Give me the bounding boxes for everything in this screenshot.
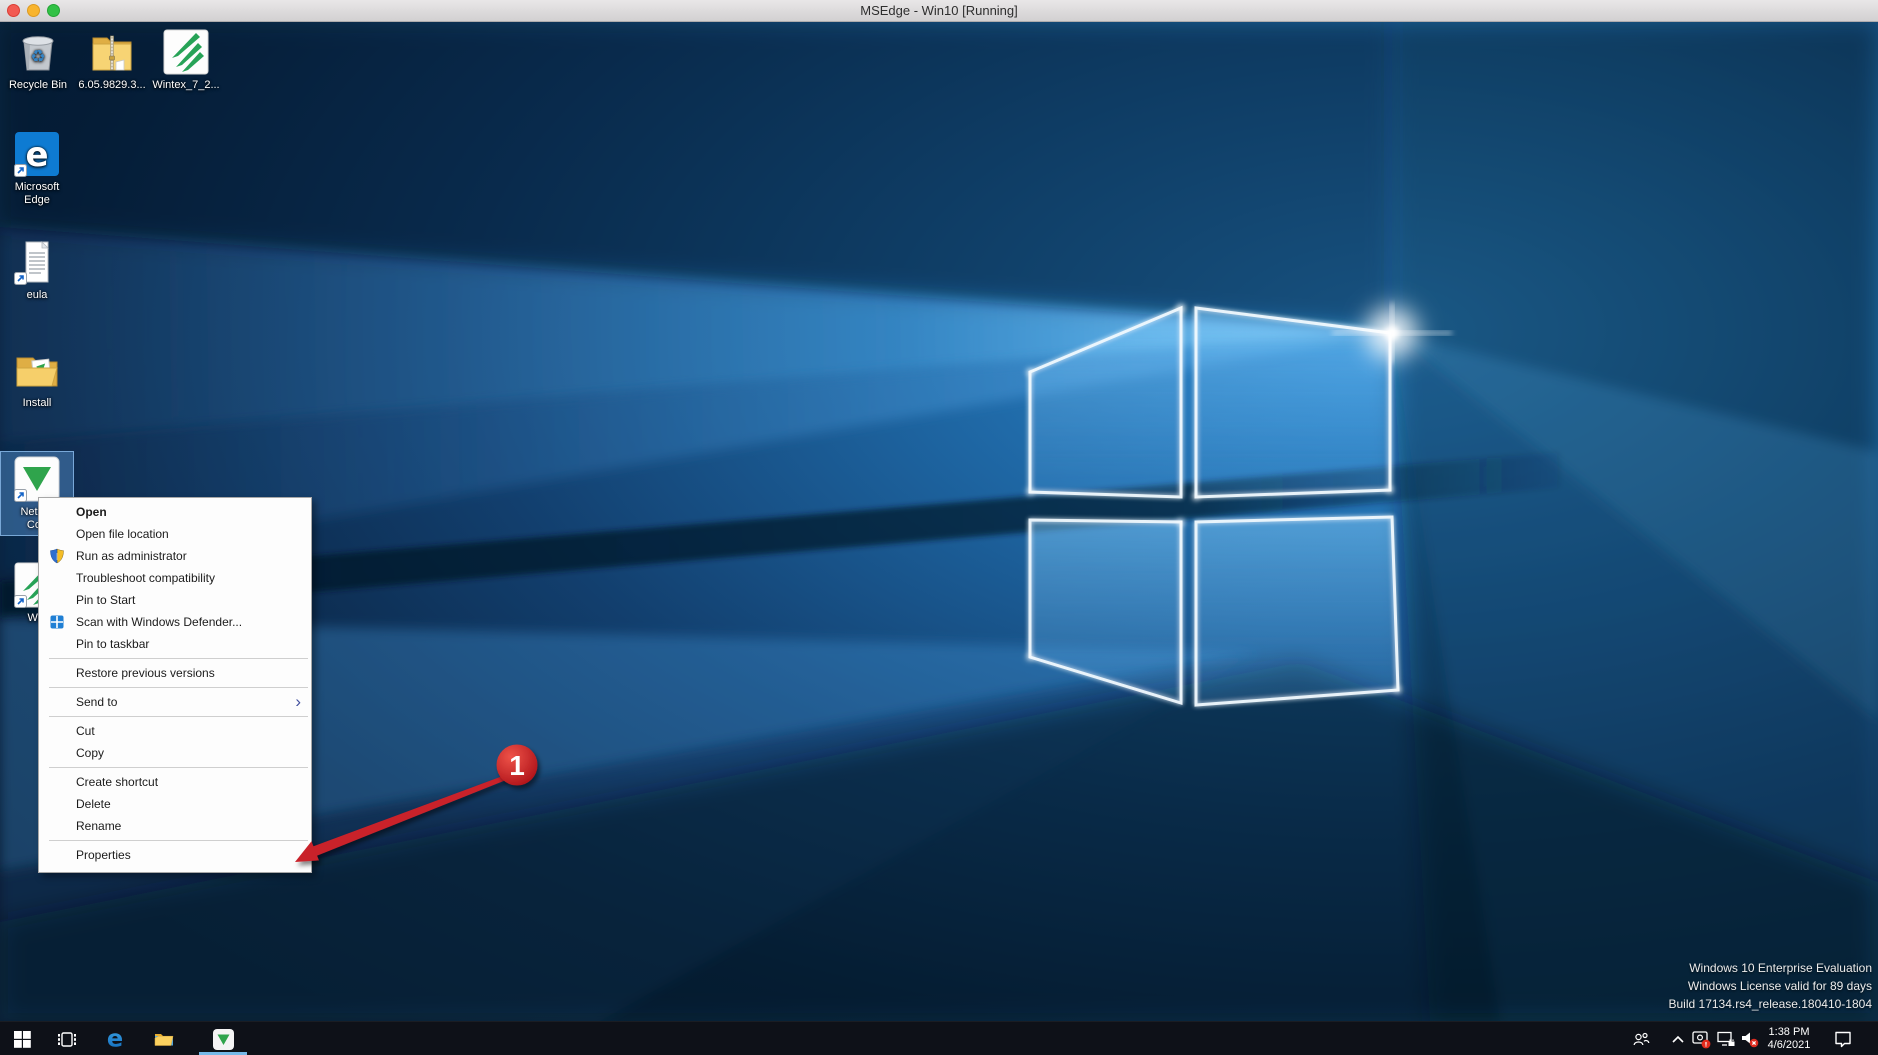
submenu-chevron-icon: ›: [295, 691, 301, 713]
tray-overflow-button[interactable]: [1666, 1022, 1690, 1055]
icon-label: Microsoft Edge: [1, 181, 73, 207]
menu-item-pin-to-taskbar[interactable]: Pin to taskbar: [39, 633, 311, 655]
security-alert-icon: !: [1690, 1028, 1712, 1050]
recycle-bin-icon: ♻: [14, 28, 62, 76]
svg-text:!: !: [1705, 1040, 1708, 1048]
context-menu: Open Open file location Run as administr…: [38, 497, 312, 873]
uac-shield-icon: [49, 548, 65, 564]
start-button[interactable]: [0, 1022, 44, 1055]
menu-item-properties[interactable]: Properties: [39, 844, 311, 866]
shortcut-arrow-icon: [14, 272, 27, 285]
minimize-button[interactable]: [27, 4, 40, 17]
folder-icon: [13, 346, 61, 394]
vm-title: MSEdge - Win10 [Running]: [860, 3, 1018, 18]
task-view-button[interactable]: [45, 1022, 89, 1055]
menu-separator: [49, 840, 308, 841]
svg-text:♻: ♻: [30, 47, 45, 67]
taskbar-clock[interactable]: 1:38 PM 4/6/2021: [1758, 1026, 1820, 1052]
defender-tray-button[interactable]: !: [1688, 1022, 1714, 1055]
windows-defender-icon: [49, 614, 65, 630]
action-center-button[interactable]: [1828, 1022, 1858, 1055]
net2-icon: [211, 1027, 236, 1052]
icon-label: 6.05.9829.3...: [76, 79, 148, 92]
vm-window: MSEdge - Win10 [Running]: [0, 0, 1878, 1055]
menu-item-open-file-location[interactable]: Open file location: [39, 523, 311, 545]
menu-item-send-to[interactable]: Send to ›: [39, 691, 311, 713]
svg-text:e: e: [25, 135, 48, 175]
menu-separator: [49, 716, 308, 717]
file-explorer-icon: [152, 1027, 176, 1051]
wintex-icon: [162, 28, 210, 76]
desktop-icon-eula[interactable]: eula: [1, 238, 73, 302]
menu-item-troubleshoot-compatibility[interactable]: Troubleshoot compatibility: [39, 567, 311, 589]
icon-label: eula: [1, 289, 73, 302]
menu-item-delete[interactable]: Delete: [39, 793, 311, 815]
desktop-icon-wintex-setup[interactable]: Wintex_7_2...: [150, 28, 222, 92]
shortcut-arrow-icon: [14, 489, 27, 502]
shortcut-arrow-icon: [14, 164, 27, 177]
menu-separator: [49, 767, 308, 768]
desktop-icon-recycle-bin[interactable]: ♻ Recycle Bin: [2, 28, 74, 92]
menu-item-rename[interactable]: Rename: [39, 815, 311, 837]
edge-icon: e: [102, 1026, 128, 1052]
icon-label: Wintex_7_2...: [150, 79, 222, 92]
menu-item-pin-to-start[interactable]: Pin to Start: [39, 589, 311, 611]
action-center-icon: [1832, 1028, 1854, 1050]
menu-item-open[interactable]: Open: [39, 501, 311, 523]
watermark-line-2: Windows License valid for 89 days: [1669, 977, 1873, 995]
people-tray-button[interactable]: [1628, 1022, 1654, 1055]
network-tray-button[interactable]: [1713, 1022, 1739, 1055]
chevron-up-icon: [1669, 1030, 1687, 1048]
ethernet-network-icon: [1715, 1028, 1737, 1050]
menu-item-scan-with-windows-defender[interactable]: Scan with Windows Defender...: [39, 611, 311, 633]
taskbar-file-explorer-button[interactable]: [142, 1022, 186, 1055]
shortcut-arrow-icon: [14, 595, 27, 608]
taskbar: e: [0, 1021, 1878, 1055]
menu-item-restore-previous-versions[interactable]: Restore previous versions: [39, 662, 311, 684]
menu-separator: [49, 658, 308, 659]
desktop-icon-zip-package[interactable]: 6.05.9829.3...: [76, 28, 148, 92]
menu-separator: [49, 687, 308, 688]
desktop-icon-install-folder[interactable]: Install: [1, 346, 73, 410]
clock-time: 1:38 PM: [1758, 1026, 1820, 1039]
taskbar-net2-button[interactable]: [199, 1022, 247, 1055]
menu-item-run-as-administrator[interactable]: Run as administrator: [39, 545, 311, 567]
close-button[interactable]: [7, 4, 20, 17]
menu-item-create-shortcut[interactable]: Create shortcut: [39, 771, 311, 793]
taskbar-edge-button[interactable]: e: [93, 1022, 137, 1055]
vm-titlebar: MSEdge - Win10 [Running]: [0, 0, 1878, 22]
windows-logo-icon: [14, 1031, 31, 1048]
icon-label: Install: [1, 397, 73, 410]
watermark-line-1: Windows 10 Enterprise Evaluation: [1669, 959, 1873, 977]
task-view-icon: [55, 1027, 79, 1051]
windows-evaluation-watermark: Windows 10 Enterprise Evaluation Windows…: [1669, 959, 1873, 1013]
menu-item-copy[interactable]: Copy: [39, 742, 311, 764]
icon-label: Recycle Bin: [2, 79, 74, 92]
zip-folder-icon: [88, 28, 136, 76]
fullscreen-button[interactable]: [47, 4, 60, 17]
svg-text:e: e: [107, 1026, 123, 1052]
clock-date: 4/6/2021: [1758, 1039, 1820, 1052]
desktop-icon-microsoft-edge[interactable]: e Microsoft Edge: [1, 130, 73, 207]
people-icon: [1631, 1029, 1651, 1049]
menu-item-cut[interactable]: Cut: [39, 720, 311, 742]
watermark-line-3: Build 17134.rs4_release.180410-1804: [1669, 995, 1873, 1013]
